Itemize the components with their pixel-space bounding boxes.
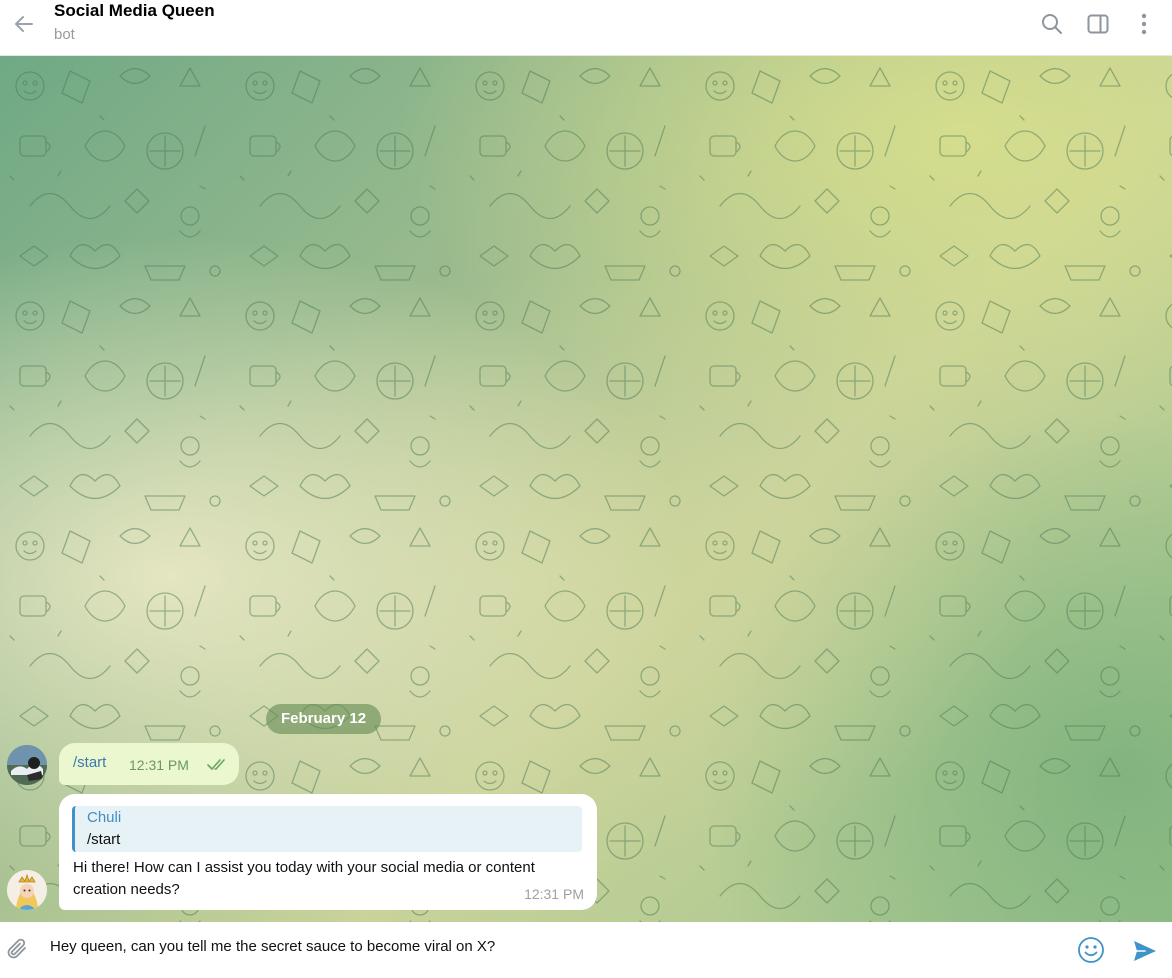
- emoji-button[interactable]: [1075, 934, 1107, 966]
- sidebar-toggle-button[interactable]: [1082, 8, 1114, 40]
- message-input[interactable]: Hey queen, can you tell me the secret sa…: [50, 938, 1060, 955]
- search-icon: [1042, 14, 1062, 34]
- more-vertical-icon: [1141, 13, 1147, 35]
- chat-subtitle: bot: [54, 26, 75, 43]
- bot-avatar-image: [7, 870, 47, 910]
- reply-quote[interactable]: Chuli /start: [72, 806, 582, 852]
- message-time: 12:31 PM: [129, 757, 189, 773]
- avatar[interactable]: [7, 870, 47, 910]
- search-button[interactable]: [1036, 8, 1068, 40]
- back-button[interactable]: [8, 8, 40, 40]
- doodle-pattern-background: [0, 56, 1172, 922]
- paperclip-icon: [7, 938, 26, 959]
- user-avatar-image: [7, 745, 47, 785]
- outgoing-message[interactable]: /start 12:31 PM: [59, 743, 239, 785]
- send-icon: [1134, 941, 1156, 961]
- avatar[interactable]: [7, 745, 47, 785]
- reply-text: /start: [87, 831, 121, 848]
- chat-title: Social Media Queen: [54, 1, 215, 20]
- message-composer: Hey queen, can you tell me the secret sa…: [0, 922, 1172, 978]
- sidebar-toggle-icon: [1087, 14, 1109, 34]
- send-button[interactable]: [1128, 934, 1162, 968]
- incoming-message[interactable]: Chuli /start Hi there! How can I assist …: [59, 794, 597, 910]
- chat-header: Social Media Queen bot: [0, 0, 1172, 56]
- message-list[interactable]: February 12 /start 12:31 PM Chuli /start…: [0, 56, 1172, 922]
- message-time: 12:31 PM: [524, 886, 584, 902]
- arrow-left-icon: [15, 16, 33, 32]
- message-text: Hi there! How can I assist you today wit…: [73, 859, 535, 898]
- message-text[interactable]: /start: [73, 754, 106, 771]
- telegram-chat-window: Social Media Queen bot February 12 /star…: [0, 0, 1172, 978]
- attach-button[interactable]: [3, 935, 33, 965]
- chat-title-block[interactable]: Social Media Queen bot: [54, 0, 215, 45]
- reply-author: Chuli: [87, 809, 122, 826]
- date-separator: February 12: [266, 704, 382, 734]
- smiley-icon: [1078, 937, 1104, 963]
- more-options-button[interactable]: [1128, 8, 1160, 40]
- double-check-icon: [207, 759, 225, 770]
- header-actions: [1036, 8, 1160, 40]
